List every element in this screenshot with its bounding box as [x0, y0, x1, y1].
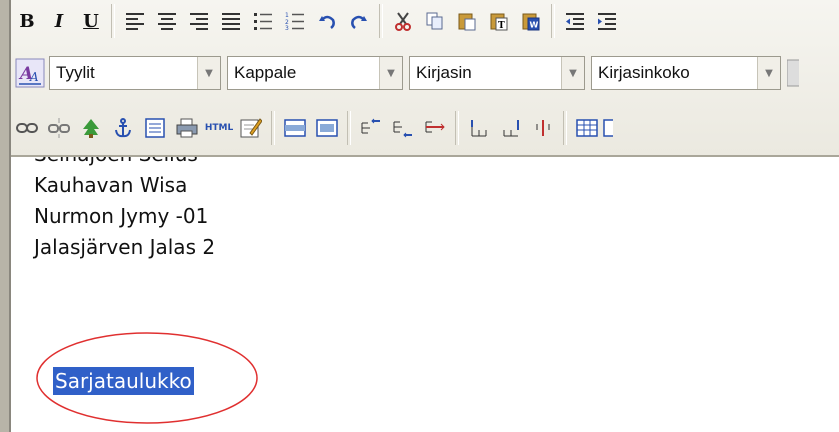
underline-button[interactable]: U	[75, 5, 107, 37]
unlink-icon[interactable]	[43, 112, 75, 144]
font-color-icon[interactable]	[787, 57, 799, 89]
numbered-list-icon[interactable]: 123	[279, 5, 311, 37]
styles-select[interactable]: Tyylit ▼	[49, 56, 221, 90]
table-cell-icon[interactable]	[311, 112, 343, 144]
indent-icon[interactable]	[591, 5, 623, 37]
svg-text:W: W	[530, 21, 539, 30]
chevron-down-icon[interactable]: ▼	[379, 57, 402, 89]
separator	[379, 4, 383, 38]
toolbar-row-3: HTML	[11, 108, 613, 148]
svg-text:T: T	[498, 21, 505, 31]
paste-text-icon[interactable]: T	[483, 5, 515, 37]
font-select-value: Kirjasin	[416, 63, 472, 82]
fontsize-select[interactable]: Kirjasinkoko ▼	[591, 56, 781, 90]
separator	[111, 4, 115, 38]
link-icon[interactable]	[11, 112, 43, 144]
table-props-icon[interactable]	[571, 112, 603, 144]
align-justify-icon[interactable]	[215, 5, 247, 37]
italic-button[interactable]: I	[43, 5, 75, 37]
outdent-icon[interactable]	[559, 5, 591, 37]
table-row-icon[interactable]	[279, 112, 311, 144]
content-line: Jalasjärven Jalas 2	[34, 235, 216, 259]
chevron-down-icon[interactable]: ▼	[561, 57, 584, 89]
insert-col-before-icon[interactable]	[463, 112, 495, 144]
bold-button[interactable]: B	[11, 5, 43, 37]
edit-icon[interactable]	[235, 112, 267, 144]
undo-icon[interactable]	[311, 5, 343, 37]
editor-left-border	[0, 0, 11, 432]
styles-icon[interactable]: AA	[11, 57, 49, 89]
svg-text:1: 1	[285, 12, 289, 19]
chevron-down-icon[interactable]: ▼	[757, 57, 780, 89]
bullet-list-icon[interactable]	[247, 5, 279, 37]
chevron-down-icon[interactable]: ▼	[197, 57, 220, 89]
annotation-oval	[36, 332, 258, 424]
align-center-icon[interactable]	[151, 5, 183, 37]
image-icon[interactable]	[75, 112, 107, 144]
insert-row-after-icon[interactable]	[387, 112, 419, 144]
svg-text:3: 3	[285, 25, 289, 30]
separator	[563, 111, 567, 145]
paste-word-icon[interactable]: W	[515, 5, 547, 37]
paragraph-select-value: Kappale	[234, 63, 297, 82]
separator	[271, 111, 275, 145]
font-select[interactable]: Kirjasin ▼	[409, 56, 585, 90]
table-icon[interactable]	[603, 112, 613, 144]
toolbar-row-1: B I U 123 T W	[11, 0, 623, 42]
print-icon[interactable]	[171, 112, 203, 144]
separator	[347, 111, 351, 145]
svg-text:A: A	[29, 70, 39, 84]
paste-icon[interactable]	[451, 5, 483, 37]
paragraph-select[interactable]: Kappale ▼	[227, 56, 403, 90]
align-left-icon[interactable]	[119, 5, 151, 37]
cut-icon[interactable]	[387, 5, 419, 37]
insert-col-after-icon[interactable]	[495, 112, 527, 144]
align-right-icon[interactable]	[183, 5, 215, 37]
editor-content[interactable]: Seinäjoen Sellus Kauhavan Wisa Nurmon Jy…	[34, 142, 824, 263]
styles-select-value: Tyylit	[56, 63, 95, 82]
separator	[551, 4, 555, 38]
toolbar-row-2: AA Tyylit ▼ Kappale ▼ Kirjasin ▼ Kirjasi…	[11, 53, 799, 93]
redo-icon[interactable]	[343, 5, 375, 37]
insert-row-before-icon[interactable]	[355, 112, 387, 144]
delete-col-icon[interactable]	[527, 112, 559, 144]
content-line: Kauhavan Wisa	[34, 173, 188, 197]
separator	[455, 111, 459, 145]
delete-row-icon[interactable]	[419, 112, 451, 144]
anchor-icon[interactable]	[107, 112, 139, 144]
html-source-button[interactable]: HTML	[203, 112, 235, 144]
content-line: Nurmon Jymy -01	[34, 204, 209, 228]
fontsize-select-value: Kirjasinkoko	[598, 63, 690, 82]
horizontal-rule-icon[interactable]	[139, 112, 171, 144]
copy-icon[interactable]	[419, 5, 451, 37]
